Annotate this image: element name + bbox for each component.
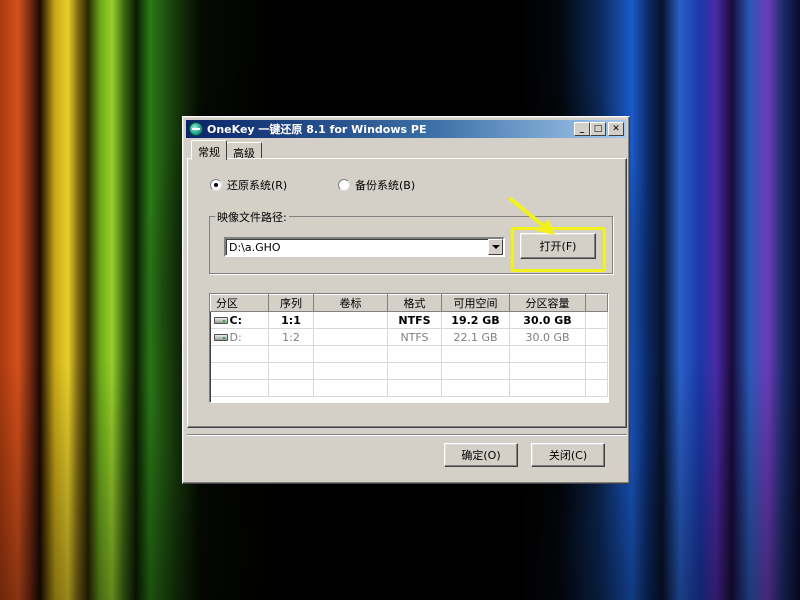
close-button[interactable]: 关闭(C) bbox=[531, 443, 605, 467]
footer-separator bbox=[187, 434, 627, 436]
restore-radio[interactable] bbox=[210, 179, 222, 191]
general-tab-panel: 还原系统(R) 备份系统(B) 映像文件路径: D:\a.GHO 打开(F) 分… bbox=[187, 158, 627, 428]
onekey-window: OneKey 一键还原 8.1 for Windows PE _ □ ✕ 常规 … bbox=[182, 116, 630, 484]
pointer-arrow-icon bbox=[509, 197, 555, 235]
column-header-capacity[interactable]: 分区容量 bbox=[509, 294, 586, 312]
drive-cell: C: bbox=[210, 311, 269, 329]
window-title: OneKey 一键还原 8.1 for Windows PE bbox=[207, 123, 427, 136]
image-path-value: D:\a.GHO bbox=[229, 241, 281, 254]
partition-list[interactable]: 分区 序列 卷标 格式 可用空间 分区容量 C: 1:1 NTFS 19.2 G… bbox=[209, 293, 609, 403]
empty-row bbox=[210, 379, 608, 397]
title-bar[interactable]: OneKey 一键还原 8.1 for Windows PE _ □ ✕ bbox=[186, 120, 626, 138]
column-header-sequence[interactable]: 序列 bbox=[268, 294, 314, 312]
hard-drive-icon bbox=[213, 317, 228, 324]
free-space-cell: 22.1 GB bbox=[441, 328, 510, 346]
column-header-filler bbox=[585, 294, 608, 312]
sequence-cell: 1:1 bbox=[268, 311, 314, 329]
partition-table: 分区 序列 卷标 格式 可用空间 分区容量 C: 1:1 NTFS 19.2 G… bbox=[210, 294, 608, 397]
volume-label-cell bbox=[313, 328, 388, 346]
empty-row bbox=[210, 362, 608, 380]
drive-letter: D: bbox=[229, 330, 242, 344]
column-header-partition[interactable]: 分区 bbox=[210, 294, 269, 312]
tab-general[interactable]: 常规 bbox=[191, 140, 227, 160]
maximize-button[interactable]: □ bbox=[590, 122, 606, 136]
column-header-format[interactable]: 格式 bbox=[387, 294, 442, 312]
restore-radio-label: 还原系统(R) bbox=[227, 179, 288, 192]
drive-letter: C: bbox=[229, 313, 242, 327]
volume-label-cell bbox=[313, 311, 388, 329]
column-header-volume-label[interactable]: 卷标 bbox=[313, 294, 388, 312]
hard-drive-icon bbox=[213, 334, 228, 341]
backup-radio-option[interactable]: 备份系统(B) bbox=[338, 177, 415, 193]
image-path-combobox[interactable]: D:\a.GHO bbox=[224, 237, 505, 257]
dropdown-arrow-icon[interactable] bbox=[488, 239, 503, 255]
restore-radio-option[interactable]: 还原系统(R) bbox=[210, 177, 287, 193]
format-cell: NTFS bbox=[387, 311, 442, 329]
drive-cell: D: bbox=[210, 328, 269, 346]
capacity-cell: 30.0 GB bbox=[509, 328, 586, 346]
app-icon bbox=[189, 122, 203, 136]
minimize-button[interactable]: _ bbox=[574, 122, 590, 136]
format-cell: NTFS bbox=[387, 328, 442, 346]
window-controls: _ □ ✕ bbox=[574, 122, 624, 136]
free-space-cell: 19.2 GB bbox=[441, 311, 510, 329]
table-row[interactable]: D: 1:2 NTFS 22.1 GB 30.0 GB bbox=[210, 328, 608, 346]
backup-radio-label: 备份系统(B) bbox=[355, 179, 416, 192]
sequence-cell: 1:2 bbox=[268, 328, 314, 346]
column-header-free-space[interactable]: 可用空间 bbox=[441, 294, 510, 312]
tab-strip: 常规 高级 bbox=[191, 139, 262, 160]
ok-button[interactable]: 确定(O) bbox=[444, 443, 518, 467]
close-window-button[interactable]: ✕ bbox=[608, 122, 624, 136]
capacity-cell: 30.0 GB bbox=[509, 311, 586, 329]
image-path-group-label: 映像文件路径: bbox=[215, 209, 289, 225]
table-header-row: 分区 序列 卷标 格式 可用空间 分区容量 bbox=[210, 294, 608, 312]
tab-advanced[interactable]: 高级 bbox=[226, 142, 262, 160]
empty-row bbox=[210, 345, 608, 363]
table-row[interactable]: C: 1:1 NTFS 19.2 GB 30.0 GB bbox=[210, 311, 608, 329]
backup-radio[interactable] bbox=[338, 179, 350, 191]
